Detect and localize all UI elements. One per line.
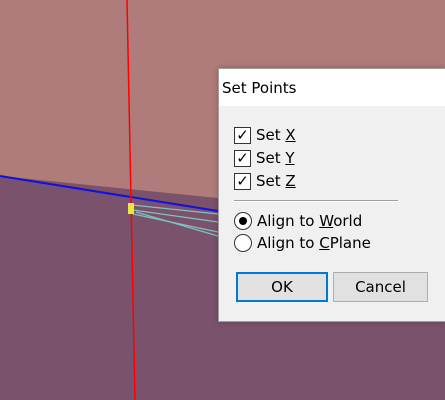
- set-z-checkbox[interactable]: ✓ Set Z: [234, 171, 296, 191]
- checkmark-icon: ✓: [236, 149, 249, 167]
- set-x-label: Set X: [256, 126, 296, 144]
- set-y-label: Set Y: [256, 149, 295, 167]
- set-y-checkbox[interactable]: ✓ Set Y: [234, 148, 295, 168]
- dialog-title: Set Points: [219, 69, 445, 106]
- checkmark-icon: ✓: [236, 126, 249, 144]
- selected-control-point[interactable]: [128, 203, 134, 214]
- set-z-label: Set Z: [256, 172, 296, 190]
- checkbox-box[interactable]: ✓: [234, 172, 251, 190]
- checkmark-icon: ✓: [236, 172, 249, 190]
- align-to-cplane-radio[interactable]: Align to CPlane: [234, 233, 371, 253]
- align-to-world-radio[interactable]: Align to World: [234, 211, 362, 231]
- radio-circle[interactable]: [234, 234, 252, 252]
- radio-circle[interactable]: [234, 212, 252, 230]
- separator: [234, 200, 398, 202]
- radio-selected-dot: [239, 217, 247, 225]
- set-x-checkbox[interactable]: ✓ Set X: [234, 125, 296, 145]
- align-to-cplane-label: Align to CPlane: [257, 234, 371, 252]
- cancel-button[interactable]: Cancel: [333, 272, 428, 302]
- set-points-dialog: Set Points ✓ Set X ✓ Set Y ✓ Set Z Align…: [218, 68, 445, 322]
- align-to-world-label: Align to World: [257, 212, 363, 230]
- ok-button[interactable]: OK: [236, 272, 328, 302]
- checkbox-box[interactable]: ✓: [234, 126, 251, 144]
- checkbox-box[interactable]: ✓: [234, 149, 251, 167]
